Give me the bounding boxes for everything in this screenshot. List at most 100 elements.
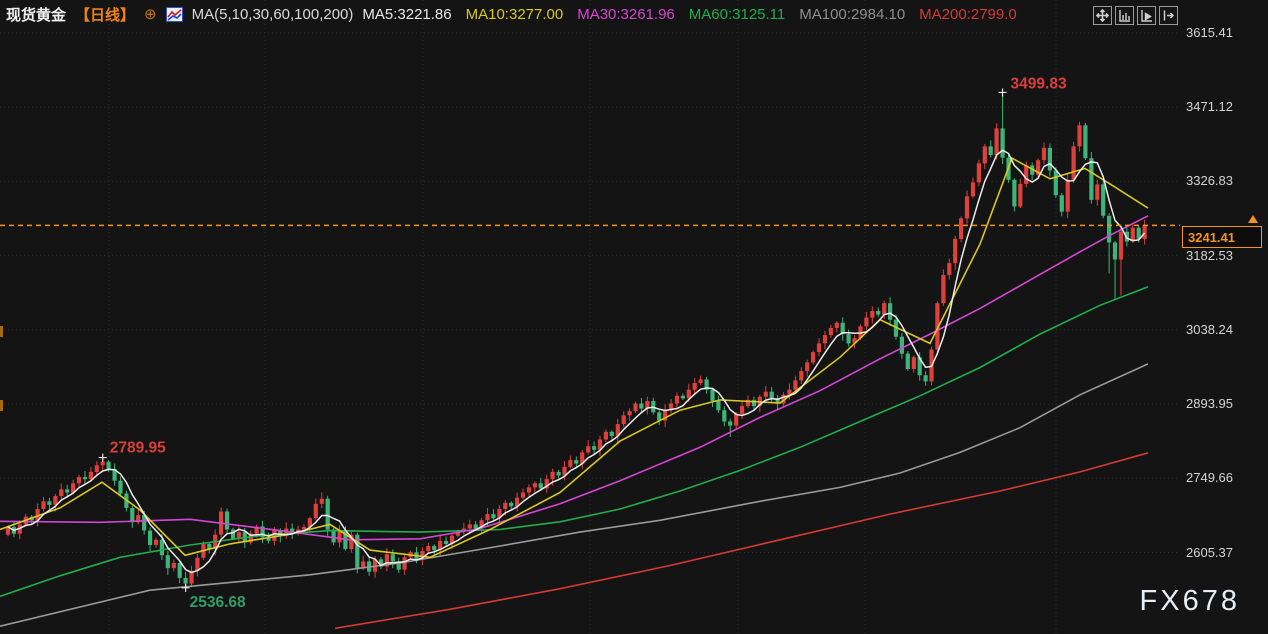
candle-body	[681, 396, 685, 399]
candle-body	[953, 239, 957, 263]
ma-legend-item: MA10:3277.00	[466, 6, 564, 23]
ma-legend-item: MA100:2984.10	[799, 6, 905, 23]
candle-body	[403, 557, 407, 569]
candle-body	[533, 483, 537, 487]
candle-body	[1089, 158, 1093, 200]
swing-annotation: 2789.95	[110, 440, 166, 457]
price-axis-label: 3471.12	[1186, 99, 1266, 114]
chart-window: 3499.832789.952536.68 现货黄金 【日线】 ⊕ MA(5,1…	[0, 0, 1268, 634]
candle-body	[574, 460, 578, 464]
candle-body	[971, 182, 975, 196]
add-indicator-icon[interactable]: ⊕	[144, 7, 157, 22]
candle-body	[1066, 180, 1070, 212]
candlestick-chart[interactable]: 3499.832789.952536.68	[0, 0, 1268, 634]
candle-body	[699, 379, 703, 383]
candle-body	[722, 410, 726, 421]
candle-body	[965, 196, 969, 218]
candle-body	[823, 335, 827, 343]
candle-body	[900, 337, 904, 354]
axis-bars-icon[interactable]	[1115, 6, 1134, 25]
candle-body	[728, 422, 732, 426]
candle-body	[941, 275, 945, 303]
price-up-arrow-icon	[1248, 215, 1258, 223]
chart-toolbar	[1093, 6, 1178, 25]
candle-body	[770, 392, 774, 399]
ma-legend-item: MA30:3261.96	[577, 6, 675, 23]
candle-body	[432, 546, 436, 550]
price-axis-label: 2605.37	[1186, 545, 1266, 560]
candle-body	[130, 508, 134, 522]
candle-body	[811, 352, 815, 362]
candle-body	[160, 540, 164, 555]
candle-body	[734, 414, 738, 426]
candle-body	[184, 578, 188, 584]
candle-body	[622, 415, 626, 424]
candle-body	[148, 531, 152, 545]
indicator-chart-icon[interactable]	[166, 7, 183, 22]
candle-body	[225, 512, 229, 530]
cropped-label-fragment	[0, 326, 3, 337]
candle-body	[876, 311, 880, 315]
candle-body	[1024, 165, 1028, 184]
candle-body	[628, 411, 632, 415]
collapse-right-icon[interactable]	[1159, 6, 1178, 25]
candle-body	[539, 483, 543, 488]
candle-body	[716, 401, 720, 410]
candle-body	[924, 375, 928, 381]
candle-body	[491, 514, 495, 518]
candle-body	[178, 563, 182, 578]
candle-body	[1113, 243, 1117, 260]
candle-body	[764, 392, 768, 397]
candle-body	[983, 146, 987, 163]
candle-body	[1083, 125, 1087, 158]
candle-body	[568, 460, 572, 467]
swing-annotation: 2536.68	[190, 594, 246, 611]
candle-body	[118, 481, 122, 494]
candle-body	[485, 514, 489, 520]
candle-body	[947, 263, 951, 275]
move-icon[interactable]	[1093, 6, 1112, 25]
candle-body	[1018, 184, 1022, 207]
candle-body	[604, 432, 608, 440]
candle-body	[870, 311, 874, 318]
candle-body	[740, 406, 744, 414]
candle-body	[89, 472, 93, 479]
candle-body	[468, 524, 472, 528]
candle-body	[1107, 216, 1111, 243]
candle-body	[639, 404, 643, 409]
candle-body	[314, 504, 318, 518]
candle-body	[1072, 146, 1076, 179]
cropped-label-fragment	[0, 400, 3, 411]
candle-body	[912, 357, 916, 369]
candle-body	[687, 390, 691, 399]
ma-legend-item: MA60:3125.11	[689, 6, 785, 23]
candle-body	[1012, 180, 1016, 207]
candle-body	[426, 546, 430, 551]
candle-body	[906, 354, 910, 369]
candle-body	[172, 563, 176, 568]
ma-legend-item: MA200:2799.0	[919, 6, 1017, 23]
candle-body	[509, 503, 513, 507]
candle-body	[557, 472, 561, 476]
axis-play-icon[interactable]	[1137, 6, 1156, 25]
price-axis[interactable]: 3615.413471.123326.833182.533038.242893.…	[1180, 0, 1268, 634]
candle-body	[1095, 184, 1099, 199]
candle-body	[195, 558, 199, 571]
candle-body	[829, 328, 833, 335]
candle-body	[1048, 148, 1052, 171]
candle-body	[391, 554, 395, 561]
candle-body	[474, 524, 478, 528]
ma-settings-label[interactable]: MA(5,10,30,60,100,200)	[192, 6, 354, 23]
candle-body	[59, 489, 63, 496]
candle-body	[95, 465, 99, 472]
candle-body	[551, 472, 555, 479]
candle-body	[592, 446, 596, 450]
timeframe-label[interactable]: 【日线】	[75, 4, 135, 25]
candle-body	[710, 390, 714, 401]
candle-body	[320, 499, 324, 504]
candle-body	[817, 343, 821, 352]
candle-body	[675, 396, 679, 404]
candle-body	[882, 303, 886, 314]
chart-background	[0, 0, 1268, 634]
candle-body	[989, 146, 993, 155]
